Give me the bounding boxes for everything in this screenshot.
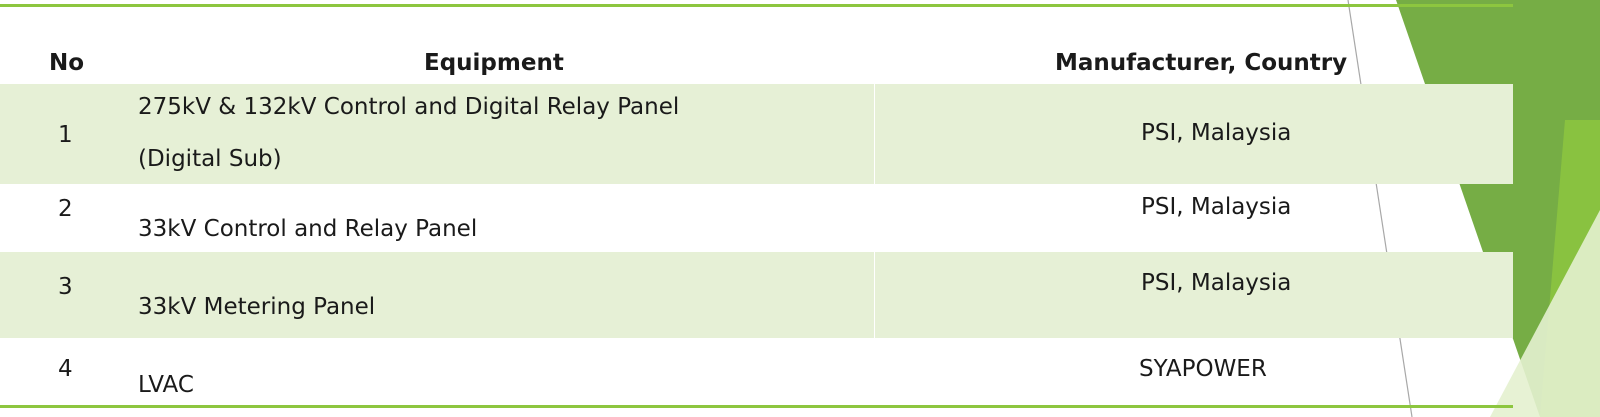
equipment-table: No Equipment Manufacturer, Country 1 275… <box>0 0 1600 417</box>
table-row: 3 33kV Metering Panel PSI, Malaysia <box>0 252 1513 338</box>
table-top-rule <box>0 4 1513 7</box>
cell-no: 1 <box>58 122 73 148</box>
cell-equipment: 33kV Metering Panel <box>138 294 376 320</box>
header-manufacturer: Manufacturer, Country <box>1055 50 1348 76</box>
header-no: No <box>49 50 85 76</box>
cell-manufacturer: SYAPOWER <box>1139 356 1267 382</box>
table-row: 1 275kV & 132kV Control and Digital Rela… <box>0 84 1513 184</box>
header-equipment: Equipment <box>424 50 564 76</box>
cell-equipment-line2: (Digital Sub) <box>138 146 282 172</box>
cell-manufacturer: PSI, Malaysia <box>1141 270 1292 296</box>
cell-no: 3 <box>58 274 73 300</box>
column-divider <box>874 252 875 338</box>
table-row: 2 33kV Control and Relay Panel PSI, Mala… <box>0 184 1513 252</box>
table-header: No Equipment Manufacturer, Country <box>0 44 1513 84</box>
cell-equipment: 275kV & 132kV Control and Digital Relay … <box>138 94 680 120</box>
cell-no: 2 <box>58 196 73 222</box>
cell-equipment: 33kV Control and Relay Panel <box>138 216 478 242</box>
table-bottom-rule <box>0 405 1513 408</box>
table-row: 4 LVAC SYAPOWER <box>0 338 1513 405</box>
slide: No Equipment Manufacturer, Country 1 275… <box>0 0 1600 417</box>
cell-no: 4 <box>58 356 73 382</box>
cell-manufacturer: PSI, Malaysia <box>1141 194 1292 220</box>
cell-manufacturer: PSI, Malaysia <box>1141 120 1292 146</box>
cell-equipment: LVAC <box>138 372 194 398</box>
column-divider <box>874 84 875 184</box>
